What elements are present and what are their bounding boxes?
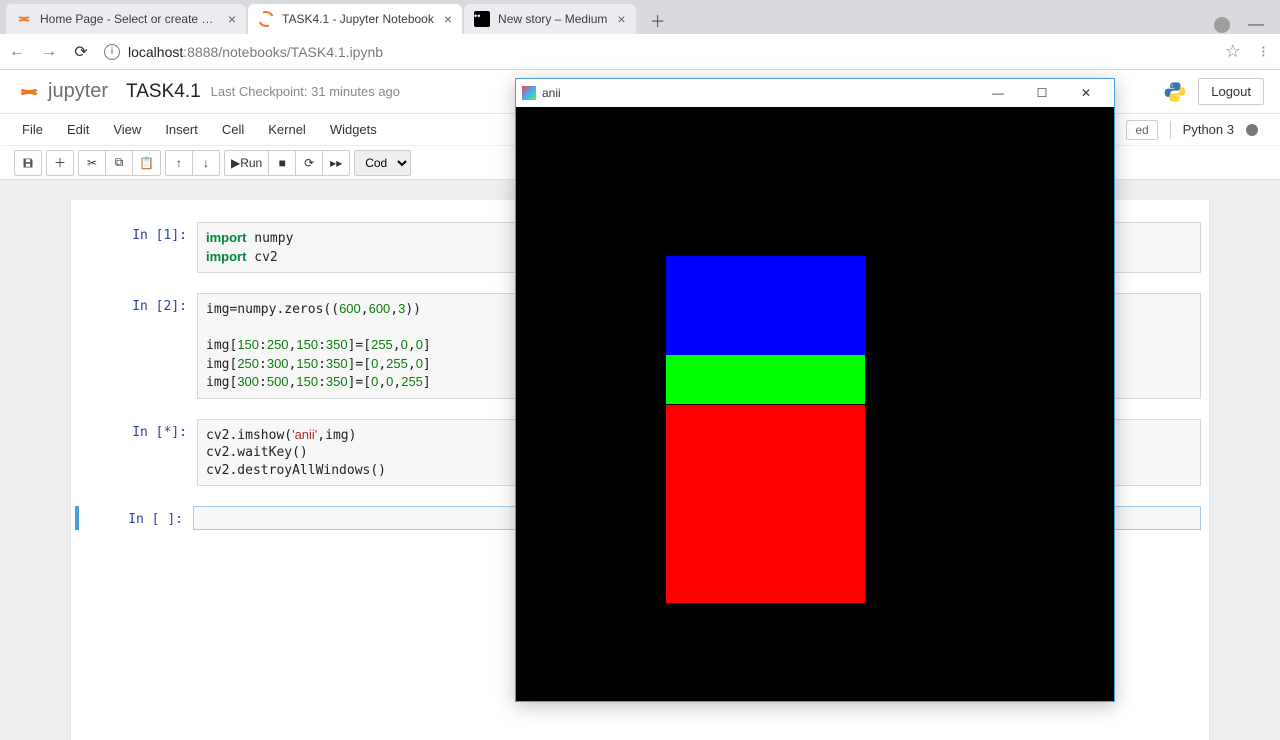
browser-tab-strip: Home Page - Select or create a n... × TA…: [0, 0, 1280, 34]
restart-run-button[interactable]: ▸▸: [322, 150, 350, 176]
kernel-name[interactable]: Python 3: [1183, 122, 1234, 137]
site-info-icon[interactable]: i: [104, 44, 120, 60]
maximize-button[interactable]: ☐: [1020, 79, 1064, 107]
copy-button[interactable]: ⧉: [105, 150, 133, 176]
tab-title: TASK4.1 - Jupyter Notebook: [282, 12, 434, 26]
notebook-title[interactable]: TASK4.1: [126, 81, 201, 103]
opencv-icon: [522, 86, 536, 100]
cell-prompt: In [*]:: [79, 419, 197, 487]
paste-button[interactable]: 📋: [132, 150, 161, 176]
kernel-busy-icon: [1246, 124, 1258, 136]
cv-canvas: [516, 107, 1114, 701]
close-button[interactable]: ✕: [1064, 79, 1108, 107]
jupyter-orb-icon: [16, 79, 42, 105]
tab-title: Home Page - Select or create a n...: [40, 12, 218, 26]
image-rect: [666, 256, 865, 355]
url-input[interactable]: i localhost:8888/notebooks/TASK4.1.ipynb: [104, 44, 1211, 60]
close-icon[interactable]: ×: [617, 11, 625, 27]
restart-button[interactable]: ⟳: [295, 150, 323, 176]
move-up-button[interactable]: ↑: [165, 150, 193, 176]
add-cell-button[interactable]: ＋: [46, 150, 74, 176]
reload-button[interactable]: ⟳: [72, 42, 90, 62]
cut-button[interactable]: ✂: [78, 150, 106, 176]
image-rect: [666, 355, 865, 405]
jupyter-wordmark: jupyter: [48, 80, 108, 103]
bookmark-icon[interactable]: ☆: [1225, 41, 1241, 62]
menu-kernel[interactable]: Kernel: [268, 122, 306, 137]
browser-tab[interactable]: •• New story – Medium ×: [464, 4, 636, 34]
back-button[interactable]: ←: [8, 43, 26, 61]
run-button[interactable]: ▶ Run: [224, 150, 269, 176]
cv-titlebar[interactable]: anii — ☐ ✕: [516, 79, 1114, 107]
extensions-icon[interactable]: ⁝: [1261, 42, 1266, 62]
browser-tab[interactable]: Home Page - Select or create a n... ×: [6, 4, 246, 34]
forward-button[interactable]: →: [40, 43, 58, 61]
celltype-select[interactable]: Cod: [354, 150, 411, 176]
save-button[interactable]: [14, 150, 42, 176]
address-bar: ← → ⟳ i localhost:8888/notebooks/TASK4.1…: [0, 34, 1280, 70]
trusted-button[interactable]: ed: [1126, 120, 1157, 140]
opencv-window[interactable]: anii — ☐ ✕: [515, 78, 1115, 702]
python-logo-icon: [1164, 81, 1186, 103]
close-icon[interactable]: ×: [228, 11, 236, 27]
cell-prompt: In [ ]:: [75, 506, 193, 530]
menu-widgets[interactable]: Widgets: [330, 122, 377, 137]
medium-favicon-icon: ••: [474, 11, 490, 27]
browser-tab[interactable]: TASK4.1 - Jupyter Notebook ×: [248, 4, 462, 34]
jupyter-logo[interactable]: jupyter: [16, 79, 108, 105]
cell-prompt: In [1]:: [79, 222, 197, 273]
cell-prompt: In [2]:: [79, 293, 197, 399]
menu-insert[interactable]: Insert: [165, 122, 198, 137]
jupyter-favicon-icon: [16, 11, 32, 27]
close-icon[interactable]: ×: [444, 11, 452, 27]
logout-button[interactable]: Logout: [1198, 78, 1264, 105]
menu-edit[interactable]: Edit: [67, 122, 89, 137]
new-tab-button[interactable]: ＋: [644, 6, 672, 34]
stop-button[interactable]: ■: [268, 150, 296, 176]
move-down-button[interactable]: ↓: [192, 150, 220, 176]
tab-title: New story – Medium: [498, 12, 607, 26]
checkpoint-text: Last Checkpoint: 31 minutes ago: [211, 84, 400, 99]
menu-file[interactable]: File: [22, 122, 43, 137]
menu-cell[interactable]: Cell: [222, 122, 244, 137]
cv-window-title: anii: [542, 86, 561, 100]
url-path: :8888/notebooks/TASK4.1.ipynb: [183, 44, 383, 60]
profile-icon[interactable]: [1214, 17, 1230, 33]
menu-view[interactable]: View: [113, 122, 141, 137]
minimize-button[interactable]: —: [976, 79, 1020, 107]
window-minimize-icon[interactable]: —: [1248, 16, 1264, 34]
image-rect: [666, 405, 865, 603]
jupyter-busy-icon: [256, 9, 277, 30]
url-host: localhost: [128, 44, 183, 60]
